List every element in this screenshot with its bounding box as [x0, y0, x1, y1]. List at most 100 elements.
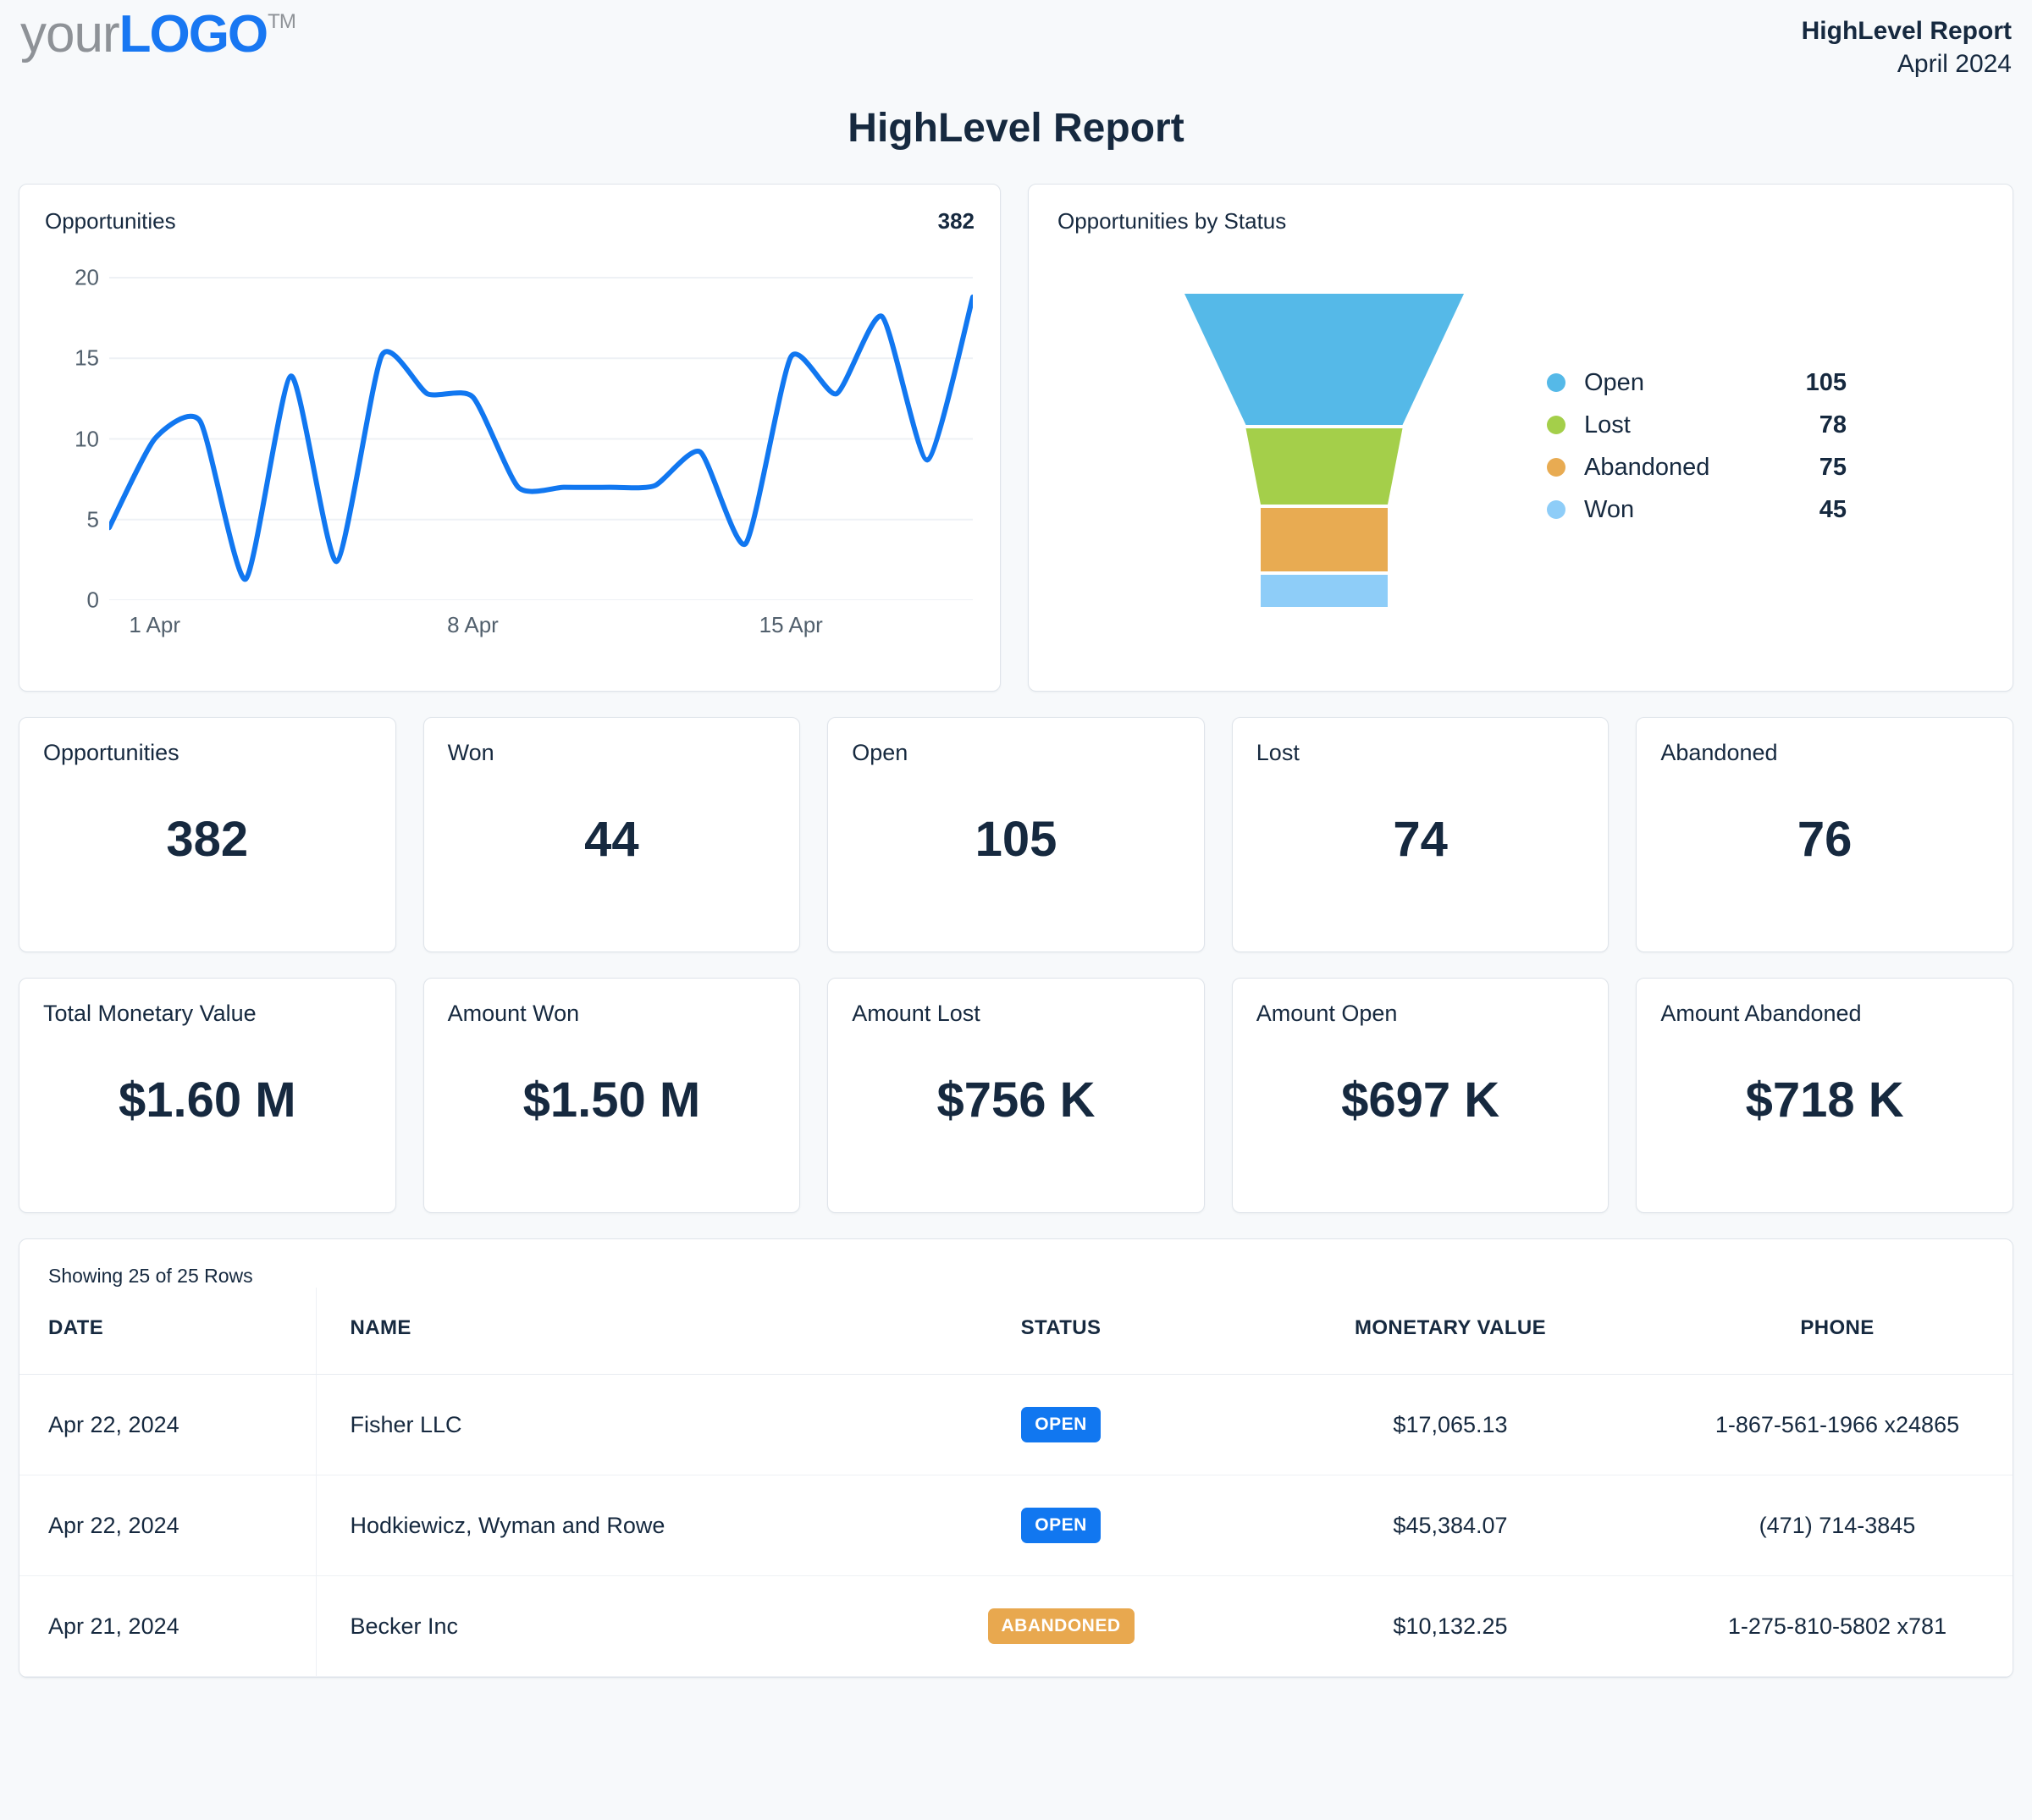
table-row[interactable]: Apr 21, 2024Becker IncABANDONED$10,132.2… — [19, 1576, 2013, 1677]
table-head: DATE NAME STATUS MONETARY VALUE PHONE — [19, 1288, 2013, 1375]
legend-item-label: Won — [1584, 496, 1779, 524]
chart-gridlines — [109, 278, 973, 600]
cell-status: OPEN — [883, 1375, 1239, 1475]
legend-color-dot-icon — [1547, 500, 1565, 519]
kpi-value: $1.50 M — [424, 1072, 800, 1128]
legend-item-label: Abandoned — [1584, 454, 1779, 482]
status-badge[interactable]: OPEN — [1021, 1508, 1101, 1543]
table-body: Apr 22, 2024Fisher LLC OPEN $17,065.131-86… — [19, 1375, 2013, 1677]
funnel-legend-item[interactable]: Lost78 — [1547, 404, 1847, 446]
status-badge[interactable]: ABANDONED — [988, 1608, 1135, 1644]
funnel-segment-lost[interactable] — [1246, 428, 1403, 505]
trademark-icon: TM — [268, 12, 295, 32]
cell-name: Fisher LLC — [316, 1375, 883, 1475]
kpi-card-abandoned: Abandoned76 — [1636, 717, 2013, 952]
legend-color-dot-icon — [1547, 458, 1565, 477]
kpi-money-row: Total Monetary Value $1.60 M Amount Won $1.… — [15, 978, 2017, 1213]
cell-phone: (471) 714-3845 — [1662, 1475, 2013, 1576]
legend-item-value: 75 — [1779, 454, 1847, 482]
table-row[interactable]: Apr 22, 2024Fisher LLC OPEN $17,065.131-86… — [19, 1375, 2013, 1475]
header-meta: HighLevel Report April 2024 — [1802, 8, 2012, 81]
status-badge[interactable]: OPEN — [1021, 1407, 1101, 1442]
kpi-card-amount-open: Amount Open $697 K — [1232, 978, 1610, 1213]
kpi-value: $718 K — [1637, 1072, 2013, 1128]
status-funnel-header: Opportunities by Status — [1057, 208, 1984, 234]
cell-status: ABANDONED — [883, 1576, 1239, 1677]
x-axis-labels: 1 Apr8 Apr15 Apr22 Apr — [45, 609, 975, 643]
funnel-segment-abandoned[interactable] — [1261, 508, 1388, 571]
y-axis-tick-label: 10 — [75, 426, 99, 452]
brand-logo: yourLOGOTM — [20, 8, 295, 61]
status-funnel-title: Opportunities by Status — [1057, 208, 1286, 234]
kpi-value: 105 — [828, 811, 1204, 868]
cell-date: Apr 22, 2024 — [19, 1375, 316, 1475]
kpi-counts-row: Opportunities 382 Won44 Open 105 Lost74Abando… — [15, 717, 2017, 952]
table-row[interactable]: Apr 22, 2024Hodkiewicz, Wyman and RoweOP… — [19, 1475, 2013, 1576]
logo-text-your: your — [20, 8, 119, 61]
column-header-status[interactable]: STATUS — [883, 1288, 1239, 1375]
cell-monetary-value: $10,132.25 — [1239, 1576, 1662, 1677]
kpi-value: 76 — [1637, 811, 2013, 868]
opportunities-chart-header: Opportunities 382 — [45, 208, 975, 234]
funnel-segment-won[interactable] — [1261, 575, 1388, 607]
cell-monetary-value: $17,065.13 — [1239, 1375, 1662, 1475]
status-funnel-card: Opportunities by Status Open105Lost78Aba… — [1028, 184, 2013, 692]
legend-item-label: Open — [1584, 369, 1779, 397]
kpi-card-open: Open 105 — [827, 717, 1205, 952]
kpi-label: Opportunities — [43, 740, 372, 766]
y-axis-labels: 20151050 — [45, 262, 99, 600]
legend-item-value: 45 — [1779, 496, 1847, 524]
legend-color-dot-icon — [1547, 416, 1565, 434]
funnel-legend: Open105Lost78Abandoned75Won45 — [1547, 361, 1847, 531]
kpi-label: Amount Abandoned — [1660, 1001, 1989, 1027]
kpi-value: $697 K — [1233, 1072, 1609, 1128]
kpi-card-amount-lost: Amount Lost $756 K — [827, 978, 1205, 1213]
y-axis-tick-label: 20 — [75, 265, 99, 291]
kpi-card-won: Won44 — [423, 717, 801, 952]
kpi-label: Amount Won — [448, 1001, 776, 1027]
kpi-value: 382 — [19, 811, 395, 868]
kpi-value: 44 — [424, 811, 800, 868]
funnel-shape — [1142, 285, 1506, 607]
opportunities-table: DATE NAME STATUS MONETARY VALUE PHONE Ap… — [19, 1288, 2013, 1677]
x-axis-tick-label: 15 Apr — [759, 612, 823, 638]
column-header-name[interactable]: NAME — [316, 1288, 883, 1375]
kpi-card-amount-abandoned: Amount Abandoned $718 K — [1636, 978, 2013, 1213]
kpi-card-total-monetary-value: Total Monetary Value $1.60 M — [19, 978, 396, 1213]
legend-item-label: Lost — [1584, 411, 1779, 439]
legend-item-value: 105 — [1779, 369, 1847, 397]
funnel-legend-item[interactable]: Open105 — [1547, 361, 1847, 404]
page-title: HighLevel Report — [15, 105, 2017, 152]
column-header-monetary-value[interactable]: MONETARY VALUE — [1239, 1288, 1662, 1375]
page-header: yourLOGOTM HighLevel Report April 2024 — [15, 0, 2017, 81]
header-report-period: April 2024 — [1802, 47, 2012, 82]
opportunities-chart-title: Opportunities — [45, 208, 176, 234]
opportunities-table-card: Showing 25 of 25 Rows DATE NAME STATUS M… — [19, 1238, 2013, 1678]
kpi-label: Open — [852, 740, 1180, 766]
cell-name: Becker Inc — [316, 1576, 883, 1677]
kpi-value: $756 K — [828, 1072, 1204, 1128]
opportunities-line-plot: 20151050 1 Apr8 Apr15 Apr22 Apr — [45, 262, 975, 643]
column-header-phone[interactable]: PHONE — [1662, 1288, 2013, 1375]
kpi-card-lost: Lost74 — [1232, 717, 1610, 952]
funnel-legend-item[interactable]: Abandoned75 — [1547, 446, 1847, 488]
kpi-value: 74 — [1233, 811, 1609, 868]
cell-phone: 1-867-561-1966 x24865 — [1662, 1375, 2013, 1475]
cell-monetary-value: $45,384.07 — [1239, 1475, 1662, 1576]
charts-row: Opportunities 382 20151050 1 Apr8 Apr15 … — [15, 184, 2017, 692]
kpi-label: Amount Open — [1256, 1001, 1585, 1027]
kpi-card-amount-won: Amount Won $1.50 M — [423, 978, 801, 1213]
opportunities-chart-total: 382 — [938, 208, 975, 234]
table-header-row: DATE NAME STATUS MONETARY VALUE PHONE — [19, 1288, 2013, 1375]
legend-color-dot-icon — [1547, 373, 1565, 392]
header-report-title: HighLevel Report — [1802, 15, 2012, 47]
x-axis-tick-label: 8 Apr — [447, 612, 499, 638]
cell-status: OPEN — [883, 1475, 1239, 1576]
y-axis-tick-label: 5 — [87, 506, 99, 532]
kpi-label: Total Monetary Value — [43, 1001, 372, 1027]
kpi-label: Amount Lost — [852, 1001, 1180, 1027]
funnel-segment-open[interactable] — [1184, 294, 1464, 425]
kpi-value: $1.60 M — [19, 1072, 395, 1128]
funnel-legend-item[interactable]: Won45 — [1547, 488, 1847, 531]
column-header-date[interactable]: DATE — [19, 1288, 316, 1375]
